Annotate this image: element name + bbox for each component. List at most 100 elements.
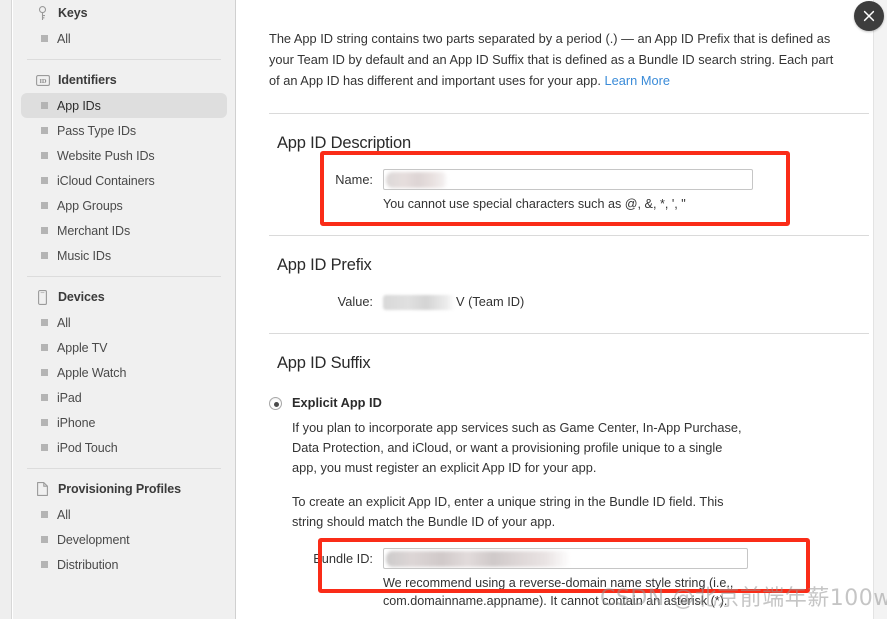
redacted-name-value — [386, 172, 448, 188]
document-icon — [35, 481, 50, 497]
sidebar-item-label: All — [57, 507, 71, 522]
sidebar-group-title: Provisioning Profiles — [58, 482, 181, 496]
sidebar-group-keys: Keys All — [13, 0, 235, 51]
sidebar-item-label: Distribution — [57, 557, 119, 572]
sidebar-item-label: Development — [57, 532, 130, 547]
team-id-value: V (Team ID) — [383, 291, 887, 311]
sidebar-item-pass-type-ids[interactable]: Pass Type IDs — [21, 118, 227, 143]
close-button[interactable] — [854, 1, 884, 31]
sidebar-item-apple-tv[interactable]: Apple TV — [21, 335, 227, 360]
bullet-icon — [41, 127, 48, 134]
right-gutter — [873, 0, 887, 619]
value-label: Value: — [337, 294, 373, 309]
field-row-name: Name: You cannot use special characters … — [237, 169, 887, 213]
radio-explicit-app-id[interactable] — [269, 397, 282, 410]
sidebar-divider — [27, 59, 221, 60]
sidebar-item-website-push-ids[interactable]: Website Push IDs — [21, 143, 227, 168]
field-row-bundle-id: Bundle ID: We recommend using a reverse-… — [237, 548, 887, 610]
section-title-app-id-prefix: App ID Prefix — [277, 256, 372, 274]
sidebar-item-merchant-ids[interactable]: Merchant IDs — [21, 218, 227, 243]
bullet-icon — [41, 102, 48, 109]
sidebar-item-apple-watch[interactable]: Apple Watch — [21, 360, 227, 385]
explicit-paragraph-2: To create an explicit App ID, enter a un… — [292, 494, 724, 529]
sidebar-group-identifiers: ID Identifiers App IDs Pass Type IDs Web… — [13, 67, 235, 268]
sidebar-divider — [27, 276, 221, 277]
bullet-icon — [41, 152, 48, 159]
sidebar-item-label: Apple Watch — [57, 365, 127, 380]
sidebar-item-icloud-containers[interactable]: iCloud Containers — [21, 168, 227, 193]
bullet-icon — [41, 35, 48, 42]
sidebar-navigation: Keys All ID Identifiers App IDs Pass Typ… — [13, 0, 236, 619]
id-badge-icon: ID — [35, 72, 50, 88]
sidebar-item-profiles-all[interactable]: All — [21, 502, 227, 527]
name-label: Name: — [335, 172, 373, 187]
sidebar-group-title: Identifiers — [58, 73, 117, 87]
sidebar-item-ipod-touch[interactable]: iPod Touch — [21, 435, 227, 460]
bundle-help-line-1: We recommend using a reverse-domain name… — [383, 576, 734, 590]
close-icon — [863, 10, 875, 22]
section-divider — [269, 113, 869, 114]
bullet-icon — [41, 419, 48, 426]
bundle-help-line-2: com.domainname.appname). It cannot conta… — [383, 594, 728, 608]
section-title-app-id-suffix: App ID Suffix — [277, 354, 371, 372]
sidebar-item-label: Music IDs — [57, 248, 111, 263]
bullet-icon — [41, 444, 48, 451]
sidebar-group-header-keys: Keys — [13, 0, 235, 26]
redacted-team-id — [383, 295, 455, 311]
bullet-icon — [41, 344, 48, 351]
sidebar-item-app-groups[interactable]: App Groups — [21, 193, 227, 218]
sidebar-item-keys-all[interactable]: All — [21, 26, 227, 51]
name-input[interactable] — [383, 169, 753, 190]
sidebar-item-label: Pass Type IDs — [57, 123, 137, 138]
sidebar-item-iphone[interactable]: iPhone — [21, 410, 227, 435]
section-title-app-id-description: App ID Description — [277, 134, 411, 152]
explicit-app-id-label: Explicit App ID — [292, 395, 382, 410]
learn-more-link[interactable]: Learn More — [605, 73, 670, 88]
sidebar-item-label: App Groups — [57, 198, 123, 213]
sidebar-item-label: iPod Touch — [57, 440, 118, 455]
sidebar-item-development[interactable]: Development — [21, 527, 227, 552]
sidebar-group-title: Keys — [58, 6, 88, 20]
sidebar-item-ipad[interactable]: iPad — [21, 385, 227, 410]
field-row-prefix-value: Value: V (Team ID) — [237, 291, 887, 311]
main-content: The App ID string contains two parts sep… — [237, 0, 887, 619]
sidebar-item-label: iPad — [57, 390, 82, 405]
name-help-text: You cannot use special characters such a… — [383, 197, 686, 211]
sidebar-item-music-ids[interactable]: Music IDs — [21, 243, 227, 268]
bullet-icon — [41, 227, 48, 234]
sidebar-item-app-ids[interactable]: App IDs — [21, 93, 227, 118]
sidebar-group-header-identifiers: ID Identifiers — [13, 67, 235, 93]
sidebar-item-label: Merchant IDs — [57, 223, 131, 238]
sidebar-item-label: All — [57, 31, 71, 46]
bullet-icon — [41, 561, 48, 568]
sidebar-item-label: Apple TV — [57, 340, 108, 355]
bullet-icon — [41, 394, 48, 401]
team-id-suffix: V (Team ID) — [456, 294, 525, 309]
bullet-icon — [41, 202, 48, 209]
key-icon — [35, 5, 50, 21]
svg-text:ID: ID — [39, 77, 46, 84]
sidebar-item-label: iCloud Containers — [57, 173, 155, 188]
bullet-icon — [41, 369, 48, 376]
sidebar-item-devices-all[interactable]: All — [21, 310, 227, 335]
bullet-icon — [41, 536, 48, 543]
sidebar-group-header-provisioning-profiles: Provisioning Profiles — [13, 476, 235, 502]
explicit-app-id-option[interactable]: Explicit App ID If you plan to incorpora… — [237, 395, 887, 532]
bullet-icon — [41, 511, 48, 518]
device-icon — [35, 289, 50, 305]
section-divider — [269, 333, 869, 334]
sidebar-divider — [27, 468, 221, 469]
bullet-icon — [41, 252, 48, 259]
sidebar-group-title: Devices — [58, 290, 105, 304]
sidebar-item-label: iPhone — [57, 415, 96, 430]
intro-text: The App ID string contains two parts sep… — [269, 31, 834, 88]
sidebar-group-header-devices: Devices — [13, 284, 235, 310]
redacted-bundle-id-value — [386, 551, 571, 567]
bundle-id-label: Bundle ID: — [313, 551, 373, 566]
sidebar-group-devices: Devices All Apple TV Apple Watch iPad iP… — [13, 284, 235, 460]
sidebar-group-provisioning-profiles: Provisioning Profiles All Development Di… — [13, 476, 235, 577]
section-divider — [269, 235, 869, 236]
sidebar-item-distribution[interactable]: Distribution — [21, 552, 227, 577]
sidebar-item-label: App IDs — [57, 98, 101, 113]
bundle-id-input[interactable] — [383, 548, 748, 569]
